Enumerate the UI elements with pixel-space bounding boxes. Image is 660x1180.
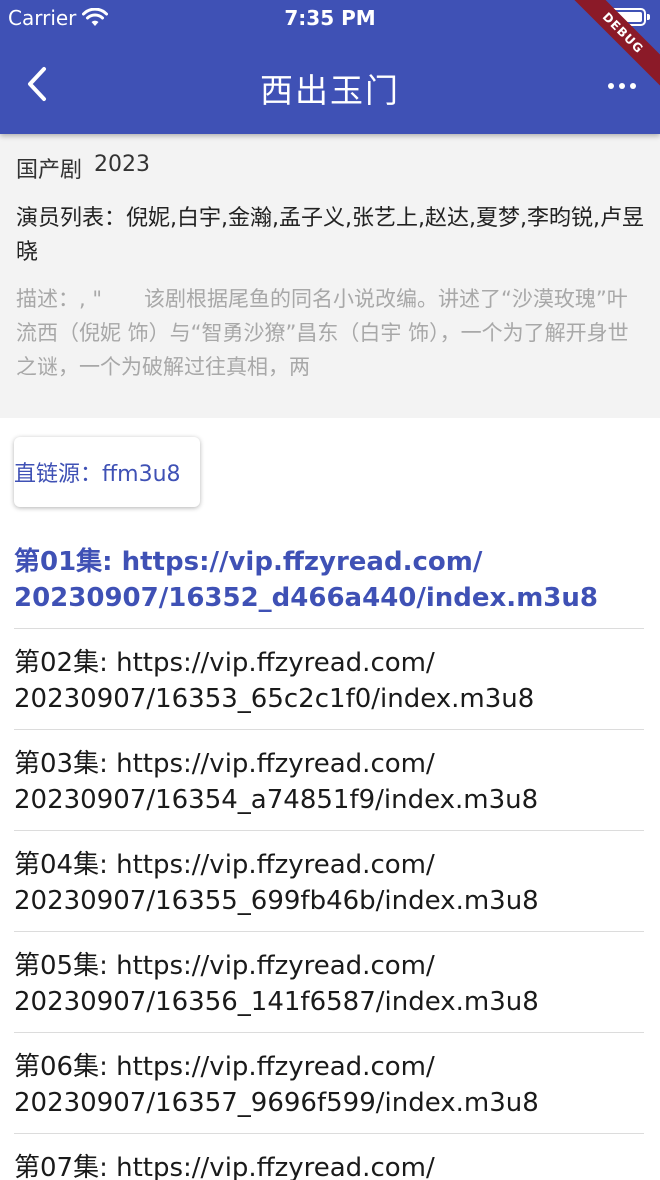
episode-label: 第05集: https://vip.ffzyread.com/20230907/… xyxy=(14,951,539,1017)
app-header: Carrier 7:35 PM 西出玉门 xyxy=(0,0,660,134)
episode-list: 第01集: https://vip.ffzyread.com/20230907/… xyxy=(14,528,644,1180)
episode-item[interactable]: 第01集: https://vip.ffzyread.com/20230907/… xyxy=(14,528,644,629)
more-horizontal-icon xyxy=(608,83,614,89)
description: 描述：, " 该剧根据尾鱼的同名小说改编。讲述了“沙漠玫瑰”叶流西（倪妮 饰）与… xyxy=(16,287,629,379)
more-options-button[interactable] xyxy=(602,66,642,106)
page-title: 西出玉门 xyxy=(260,71,400,110)
source-label: 直链源：ffm3u8 xyxy=(14,462,181,487)
episode-item[interactable]: 第03集: https://vip.ffzyread.com/20230907/… xyxy=(14,730,644,831)
episode-label: 第07集: https://vip.ffzyread.com/ xyxy=(14,1153,435,1180)
year-label: 2023 xyxy=(94,152,151,177)
episode-label: 第04集: https://vip.ffzyread.com/20230907/… xyxy=(14,850,539,916)
episode-item[interactable]: 第07集: https://vip.ffzyread.com/ xyxy=(14,1134,644,1180)
episode-label: 第06集: https://vip.ffzyread.com/20230907/… xyxy=(14,1052,539,1118)
status-time: 7:35 PM xyxy=(284,6,376,30)
episode-item[interactable]: 第05集: https://vip.ffzyread.com/20230907/… xyxy=(14,932,644,1033)
episode-item[interactable]: 第06集: https://vip.ffzyread.com/20230907/… xyxy=(14,1033,644,1134)
app-screen: Carrier 7:35 PM 西出玉门 DEBUG 国产剧 2023 演员列表… xyxy=(0,0,660,1180)
detail-info: 国产剧 2023 演员列表：倪妮,白宇,金瀚,孟子义,张艺上,赵达,夏梦,李昀锐… xyxy=(0,134,660,418)
genre-label: 国产剧 xyxy=(16,158,83,183)
source-chip[interactable]: 直链源：ffm3u8 xyxy=(14,437,200,507)
cast-list: 演员列表：倪妮,白宇,金瀚,孟子义,张艺上,赵达,夏梦,李昀锐,卢昱晓 xyxy=(16,206,644,265)
genre-year-row: 国产剧 2023 xyxy=(16,152,644,184)
episode-label: 第01集: https://vip.ffzyread.com/20230907/… xyxy=(14,547,598,613)
episode-item[interactable]: 第02集: https://vip.ffzyread.com/20230907/… xyxy=(14,629,644,730)
episode-label: 第02集: https://vip.ffzyread.com/20230907/… xyxy=(14,648,535,714)
episode-item[interactable]: 第04集: https://vip.ffzyread.com/20230907/… xyxy=(14,831,644,932)
episode-label: 第03集: https://vip.ffzyread.com/20230907/… xyxy=(14,749,539,815)
